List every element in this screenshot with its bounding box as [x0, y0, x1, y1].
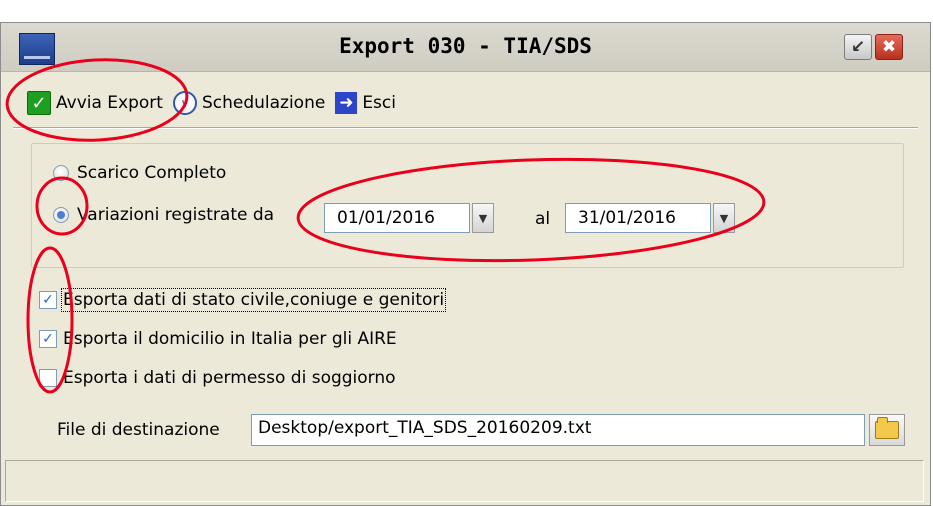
close-icon: ✖ — [881, 37, 897, 57]
window-title: Export 030 - TIA/SDS — [339, 34, 592, 58]
checkbox-residence-permit-label: Esporta i dati di permesso di soggiorno — [63, 368, 396, 388]
chevron-circle-icon: ∨ — [172, 91, 197, 115]
checkbox-civil-status-label: Esporta dati di stato civile,coniuge e g… — [60, 288, 447, 312]
date-from-picker[interactable]: 01/01/2016 ▼ — [324, 203, 494, 233]
checkbox-residence-permit[interactable]: Esporta i dati di permesso di soggiorno — [39, 368, 396, 388]
exit-button[interactable]: ➜ Esci — [335, 92, 396, 114]
status-bar — [5, 460, 924, 502]
restore-icon: ↙ — [850, 37, 866, 57]
chevron-down-icon[interactable]: ▼ — [472, 203, 494, 233]
toolbar: ✓ Avvia Export ∨ Schedulazione ➜ Esci — [1, 81, 930, 125]
checkbox-civil-status[interactable]: ✓ Esporta dati di stato civile,coniuge e… — [39, 288, 447, 312]
to-label: al — [535, 209, 551, 229]
date-from-input[interactable]: 01/01/2016 — [324, 203, 470, 233]
destination-label: File di destinazione — [57, 420, 220, 440]
full-download-label: Scarico Completo — [77, 163, 227, 183]
restore-button[interactable]: ↙ — [844, 34, 872, 60]
start-export-label: Avvia Export — [56, 93, 163, 113]
checkbox-aire-domicile-label: Esporta il domicilio in Italia per gli A… — [63, 329, 397, 349]
browse-folder-button[interactable] — [869, 414, 905, 446]
checkbox-aire-domicile[interactable]: ✓ Esporta il domicilio in Italia per gli… — [39, 329, 397, 349]
checkbox-civil-status-box[interactable]: ✓ — [39, 291, 57, 309]
toolbar-divider — [13, 127, 918, 129]
export-window: Export 030 - TIA/SDS ↙ ✖ ✓ Avvia Export … — [0, 22, 931, 506]
changes-radio[interactable] — [53, 207, 69, 223]
changes-option[interactable]: Variazioni registrate da — [53, 205, 274, 225]
destination-file-input[interactable]: Desktop/export_TIA_SDS_20160209.txt — [251, 414, 865, 446]
checkbox-residence-permit-box[interactable] — [39, 369, 57, 387]
start-export-button[interactable]: ✓ Avvia Export — [27, 91, 163, 115]
full-download-radio[interactable] — [53, 165, 69, 181]
changes-label: Variazioni registrate da — [77, 205, 275, 225]
schedule-button[interactable]: ∨ Schedulazione — [172, 91, 326, 115]
exit-label: Esci — [362, 93, 396, 113]
folder-icon — [875, 417, 899, 439]
date-to-picker[interactable]: 31/01/2016 ▼ — [565, 203, 735, 233]
checkbox-aire-domicile-box[interactable]: ✓ — [39, 330, 57, 348]
date-to-input[interactable]: 31/01/2016 — [565, 203, 711, 233]
schedule-label: Schedulazione — [201, 93, 326, 113]
chevron-down-icon[interactable]: ▼ — [713, 203, 735, 233]
title-bar: Export 030 - TIA/SDS ↙ ✖ — [1, 23, 930, 72]
checkmark-icon: ✓ — [27, 91, 51, 115]
close-button[interactable]: ✖ — [875, 34, 903, 60]
full-download-option[interactable]: Scarico Completo — [53, 163, 226, 183]
exit-arrow-icon: ➜ — [335, 92, 358, 114]
